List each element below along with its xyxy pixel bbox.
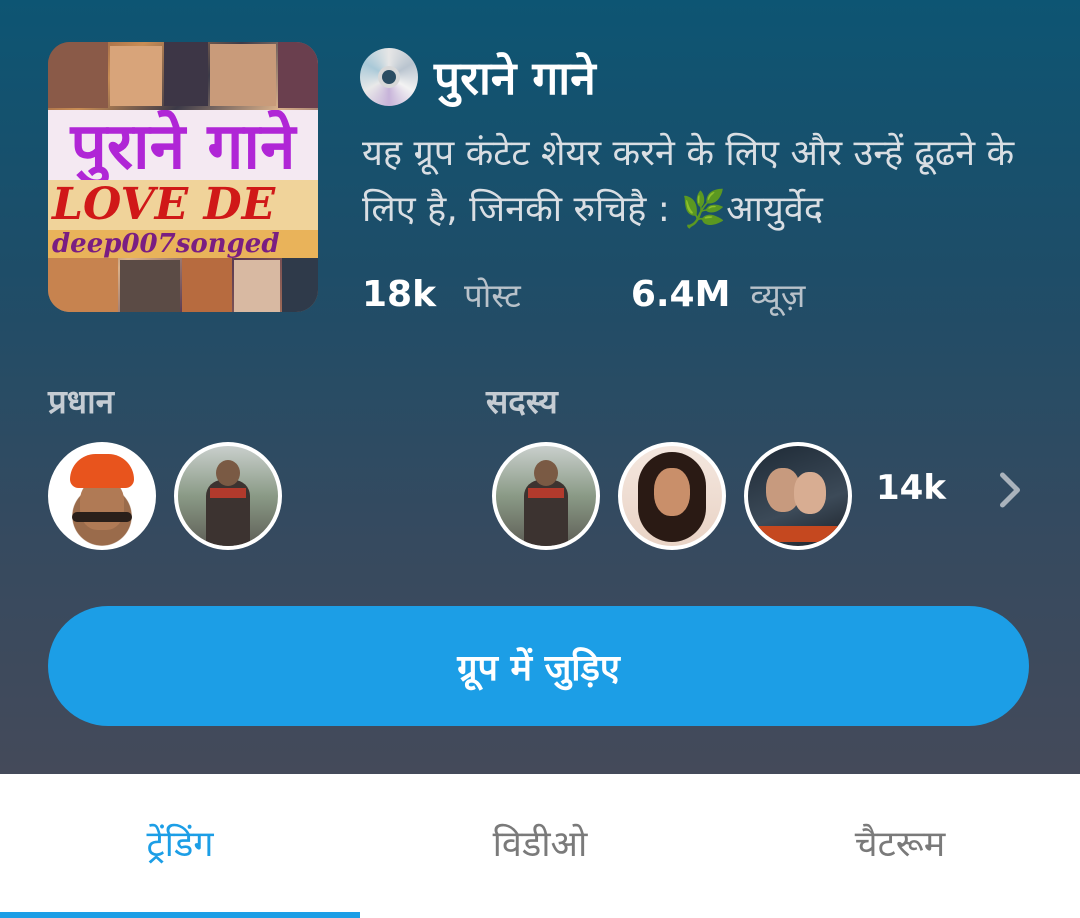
- member-avatar-1[interactable]: [492, 442, 600, 550]
- disc-icon: [360, 48, 418, 106]
- cover-line-2: LOVE DE: [48, 180, 318, 230]
- members-count[interactable]: 14k: [876, 468, 946, 508]
- group-header: पुराने गाने LOVE DE deep007songed पुराने…: [0, 0, 1080, 774]
- tab-chatroom[interactable]: चैटरूम: [720, 818, 1080, 867]
- group-title-row: पुराने गाने: [360, 44, 596, 110]
- group-stats: 18k पोस्ट 6.4M व्यूज़: [362, 268, 805, 320]
- chevron-right-icon[interactable]: [990, 464, 1030, 516]
- tab-bar: ट्रेंडिंग विडीओ चैटरूम: [0, 774, 1080, 918]
- join-group-button[interactable]: ग्रूप में जुड़िए: [48, 606, 1029, 726]
- tab-trending[interactable]: ट्रेंडिंग: [0, 818, 360, 867]
- posts-label: पोस्ट: [464, 275, 521, 315]
- active-tab-indicator: [0, 912, 360, 918]
- admin-avatar-1[interactable]: [48, 442, 156, 550]
- posts-count: 18k: [362, 273, 437, 315]
- admin-avatar-2[interactable]: [174, 442, 282, 550]
- member-avatar-2[interactable]: [618, 442, 726, 550]
- member-avatar-3[interactable]: [744, 442, 852, 550]
- cover-headline: पुराने गाने: [48, 110, 318, 184]
- admins-label: प्रधान: [48, 382, 114, 421]
- members-label: सदस्य: [486, 382, 558, 421]
- group-title: पुराने गाने: [434, 51, 596, 105]
- group-description: यह ग्रूप कंटेट शेयर करने के लिए और उन्हे…: [362, 133, 1015, 230]
- tab-videos[interactable]: विडीओ: [360, 818, 720, 867]
- group-cover-image: पुराने गाने LOVE DE deep007songed: [48, 42, 318, 312]
- cover-line-3: deep007songed: [48, 230, 318, 258]
- views-label: व्यूज़: [750, 275, 806, 315]
- views-count: 6.4M: [630, 273, 731, 315]
